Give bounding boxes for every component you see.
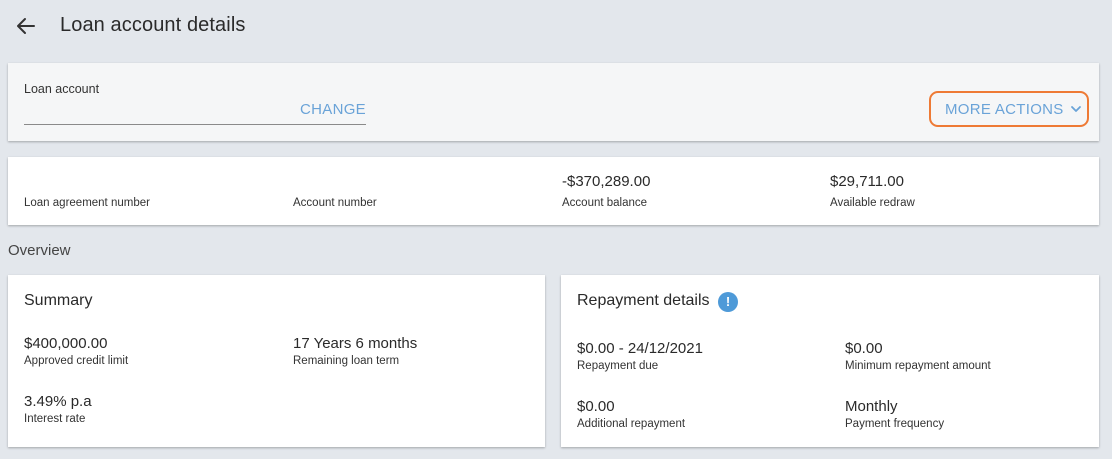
account-number: Account number bbox=[293, 157, 553, 225]
account-balance-label: Account balance bbox=[562, 197, 648, 209]
approved-credit-limit-label: Approved credit limit bbox=[24, 355, 129, 367]
chevron-down-icon bbox=[1070, 106, 1081, 112]
approved-credit-limit-value: $400,000.00 bbox=[24, 335, 108, 352]
interest-rate-label: Interest rate bbox=[24, 413, 86, 425]
additional-repayment-value: $0.00 bbox=[577, 398, 615, 415]
change-button[interactable]: CHANGE bbox=[300, 101, 366, 118]
account-balance: -$370,289.00 Account balance bbox=[562, 157, 822, 225]
summary-card: Summary $400,000.00 Approved credit limi… bbox=[8, 275, 545, 447]
available-redraw-label: Available redraw bbox=[830, 197, 915, 209]
overview-heading: Overview bbox=[8, 242, 71, 259]
minimum-repayment-label: Minimum repayment amount bbox=[845, 360, 991, 372]
repayment-due-label: Repayment due bbox=[577, 360, 659, 372]
remaining-loan-term-label: Remaining loan term bbox=[293, 355, 400, 367]
remaining-loan-term: 17 Years 6 months Remaining loan term bbox=[293, 335, 533, 368]
available-redraw-value: $29,711.00 bbox=[830, 173, 904, 190]
available-redraw: $29,711.00 Available redraw bbox=[830, 157, 1090, 225]
remaining-loan-term-value: 17 Years 6 months bbox=[293, 335, 418, 352]
minimum-repayment-amount: $0.00 Minimum repayment amount bbox=[845, 340, 1085, 373]
payment-frequency-value: Monthly bbox=[845, 398, 898, 415]
more-actions-label: MORE ACTIONS bbox=[945, 100, 1064, 118]
repayment-due-value: $0.00 - 24/12/2021 bbox=[577, 340, 703, 357]
loan-account-label: Loan account bbox=[24, 82, 100, 96]
back-button[interactable] bbox=[14, 14, 38, 38]
additional-repayment-label: Additional repayment bbox=[577, 418, 686, 430]
page-header: Loan account details bbox=[0, 0, 1112, 52]
repayment-details-title: Repayment details bbox=[577, 292, 710, 309]
interest-rate: 3.49% p.a Interest rate bbox=[24, 393, 264, 426]
repayment-details-card: Repayment details ! $0.00 - 24/12/2021 R… bbox=[561, 275, 1099, 447]
loan-account-field[interactable]: CHANGE bbox=[24, 99, 366, 125]
page-title: Loan account details bbox=[60, 14, 246, 36]
account-number-label: Account number bbox=[293, 197, 377, 209]
minimum-repayment-value: $0.00 bbox=[845, 340, 883, 357]
info-icon[interactable]: ! bbox=[718, 292, 738, 312]
more-actions-button[interactable]: MORE ACTIONS bbox=[929, 91, 1089, 127]
payment-frequency-label: Payment frequency bbox=[845, 418, 945, 430]
summary-title: Summary bbox=[24, 292, 93, 309]
arrow-left-icon bbox=[17, 18, 35, 34]
additional-repayment: $0.00 Additional repayment bbox=[577, 398, 817, 431]
account-info-card: Loan agreement number Account number -$3… bbox=[8, 157, 1099, 225]
payment-frequency: Monthly Payment frequency bbox=[845, 398, 1085, 431]
interest-rate-value: 3.49% p.a bbox=[24, 393, 92, 410]
loan-agreement-number-label: Loan agreement number bbox=[24, 197, 150, 209]
loan-account-card: Loan account CHANGE MORE ACTIONS bbox=[8, 63, 1099, 141]
loan-agreement-number: Loan agreement number bbox=[24, 157, 284, 225]
account-balance-value: -$370,289.00 bbox=[562, 173, 651, 190]
approved-credit-limit: $400,000.00 Approved credit limit bbox=[24, 335, 264, 368]
repayment-due: $0.00 - 24/12/2021 Repayment due bbox=[577, 340, 817, 373]
